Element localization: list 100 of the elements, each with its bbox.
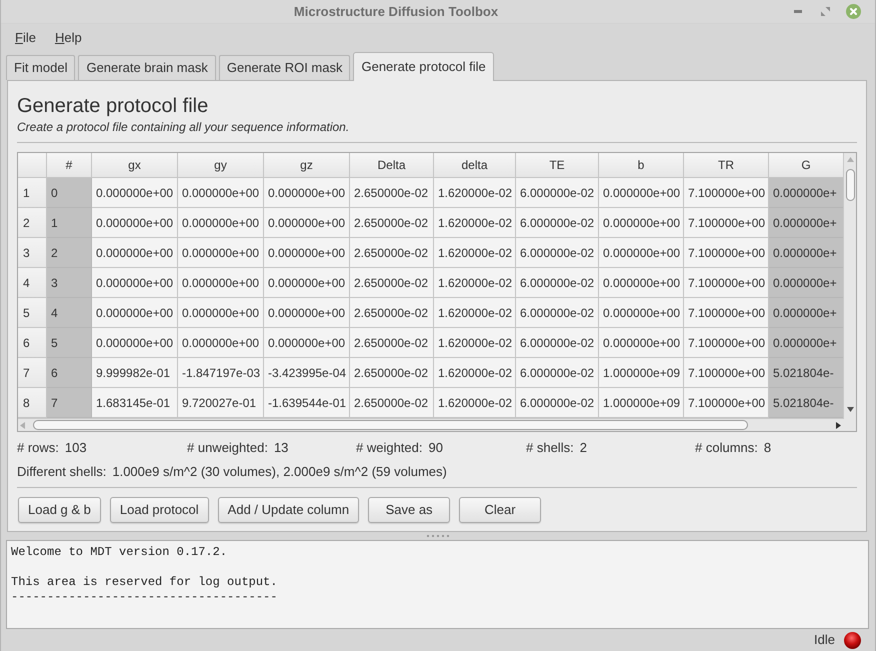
table-cell: 0.000000e+00 (264, 208, 350, 238)
table-cell: 5.021804e- (769, 388, 843, 418)
table-cell: 6 (47, 358, 92, 388)
column-header[interactable]: delta (434, 153, 516, 178)
vertical-scrollbar[interactable] (843, 153, 856, 418)
column-header[interactable]: gz (264, 153, 350, 178)
row-header[interactable]: 4 (18, 268, 47, 298)
scrollbar-thumb[interactable] (33, 420, 748, 430)
log-output[interactable]: Welcome to MDT version 0.17.2. This area is reserved for log output. ------------------------------------- (6, 540, 869, 629)
row-header[interactable]: 5 (18, 298, 47, 328)
table-cell: 6.000000e-02 (516, 388, 599, 418)
table-cell: 6.000000e-02 (516, 298, 599, 328)
table-cell: 0.000000e+00 (92, 208, 178, 238)
stat-value: 103 (64, 440, 87, 456)
panel-heading: Generate protocol file (17, 94, 208, 119)
scroll-right-triangle-icon[interactable] (836, 422, 841, 428)
table-corner[interactable] (18, 153, 47, 178)
table-cell: 0.000000e+ (769, 238, 843, 268)
table-cell: 2.650000e-02 (350, 328, 434, 358)
scroll-down-triangle-icon[interactable] (846, 407, 854, 412)
scroll-left-triangle-icon[interactable] (20, 422, 25, 428)
table-cell: 0.000000e+ (769, 268, 843, 298)
stat-label: # rows: (17, 440, 59, 456)
table-cell: 0.000000e+00 (178, 238, 264, 268)
table-cell: 0 (47, 178, 92, 208)
table-cell: 5 (47, 328, 92, 358)
column-header[interactable]: TR (684, 153, 769, 178)
table-cell: 2.650000e-02 (350, 298, 434, 328)
close-icon[interactable] (846, 4, 861, 19)
menu-item[interactable]: Help (54, 30, 82, 46)
log-text: Welcome to MDT version 0.17.2. This area is reserved for log output. ------------------------------------- (11, 545, 278, 605)
table-cell: -1.639544e-01 (264, 388, 350, 418)
table-cell: 0.000000e+00 (599, 208, 684, 238)
table-cell: 7.100000e+00 (684, 358, 769, 388)
column-header[interactable]: gx (92, 153, 178, 178)
table-cell: 7.100000e+00 (684, 208, 769, 238)
table-cell: 1 (47, 208, 92, 238)
table-cell: 0.000000e+00 (264, 328, 350, 358)
tab[interactable]: Generate ROI mask (218, 55, 350, 80)
column-header[interactable]: # (47, 153, 92, 178)
table-cell: 0.000000e+00 (599, 298, 684, 328)
table-cell: 0.000000e+00 (92, 238, 178, 268)
table-cell: 0.000000e+ (769, 178, 843, 208)
table-cell: 0.000000e+00 (178, 208, 264, 238)
stat-label: # columns: (695, 440, 758, 456)
table-cell: 0.000000e+ (769, 208, 843, 238)
table-cell: 2.650000e-02 (350, 208, 434, 238)
table-cell: 0.000000e+00 (92, 268, 178, 298)
row-header[interactable]: 6 (18, 328, 47, 358)
column-header[interactable]: TE (516, 153, 599, 178)
splitter-handle[interactable] (426, 535, 450, 537)
row-header[interactable]: 7 (18, 358, 47, 388)
tab[interactable]: Generate brain mask (78, 55, 216, 80)
table-cell: 6.000000e-02 (516, 208, 599, 238)
row-header[interactable]: 2 (18, 208, 47, 238)
tab[interactable]: Fit model (6, 55, 76, 80)
action-button[interactable]: Add / Update column (218, 497, 360, 523)
table-cell: 0.000000e+00 (178, 268, 264, 298)
table-cell: 0.000000e+00 (599, 328, 684, 358)
scroll-up-triangle-icon[interactable] (846, 157, 854, 162)
table-cell: 0.000000e+00 (264, 268, 350, 298)
table-cell: 7.100000e+00 (684, 268, 769, 298)
scrollbar-thumb[interactable] (846, 169, 854, 201)
table-cell: 0.000000e+00 (92, 178, 178, 208)
stat-value: 8 (764, 440, 772, 456)
table-cell: 0.000000e+00 (92, 298, 178, 328)
status-text: Idle (814, 631, 835, 650)
status-light-icon (844, 632, 861, 648)
column-header[interactable]: Delta (350, 153, 434, 178)
table-cell: 1.620000e-02 (434, 208, 516, 238)
table-cell: 1.620000e-02 (434, 388, 516, 418)
tab[interactable]: Generate protocol file (353, 52, 494, 81)
column-header[interactable]: gy (178, 153, 264, 178)
panel-subtitle: Create a protocol file containing all your sequence information. (17, 119, 350, 135)
table-cell: 0.000000e+00 (264, 238, 350, 268)
row-header[interactable]: 8 (18, 388, 47, 418)
row-header[interactable]: 3 (18, 238, 47, 268)
table-cell: 2.650000e-02 (350, 388, 434, 418)
menu-item[interactable]: File (15, 30, 36, 46)
table-cell: 7.100000e+00 (684, 238, 769, 268)
action-button[interactable]: Load g & b (18, 497, 101, 523)
action-button[interactable]: Load protocol (110, 497, 209, 523)
table-cell: 7 (47, 388, 92, 418)
table-cell: 6.000000e-02 (516, 178, 599, 208)
table-cell: 1.620000e-02 (434, 178, 516, 208)
action-button[interactable]: Clear (459, 497, 542, 523)
column-header[interactable]: b (599, 153, 684, 178)
horizontal-scrollbar[interactable] (18, 418, 844, 431)
table-cell: 9.999982e-01 (92, 358, 178, 388)
action-button[interactable]: Save as (368, 497, 450, 523)
table-cell: 1.620000e-02 (434, 238, 516, 268)
stat-value: 2 (580, 440, 587, 456)
maximize-icon[interactable] (821, 7, 830, 16)
table-cell: 6.000000e-02 (516, 238, 599, 268)
window-title: Microstructure Diffusion Toolbox (294, 2, 498, 21)
row-header[interactable]: 1 (18, 178, 47, 208)
table-cell: 7.100000e+00 (684, 328, 769, 358)
table-cell: 7.100000e+00 (684, 178, 769, 208)
stat-label: # weighted: (356, 440, 422, 456)
table-cell: 1.620000e-02 (434, 328, 516, 358)
